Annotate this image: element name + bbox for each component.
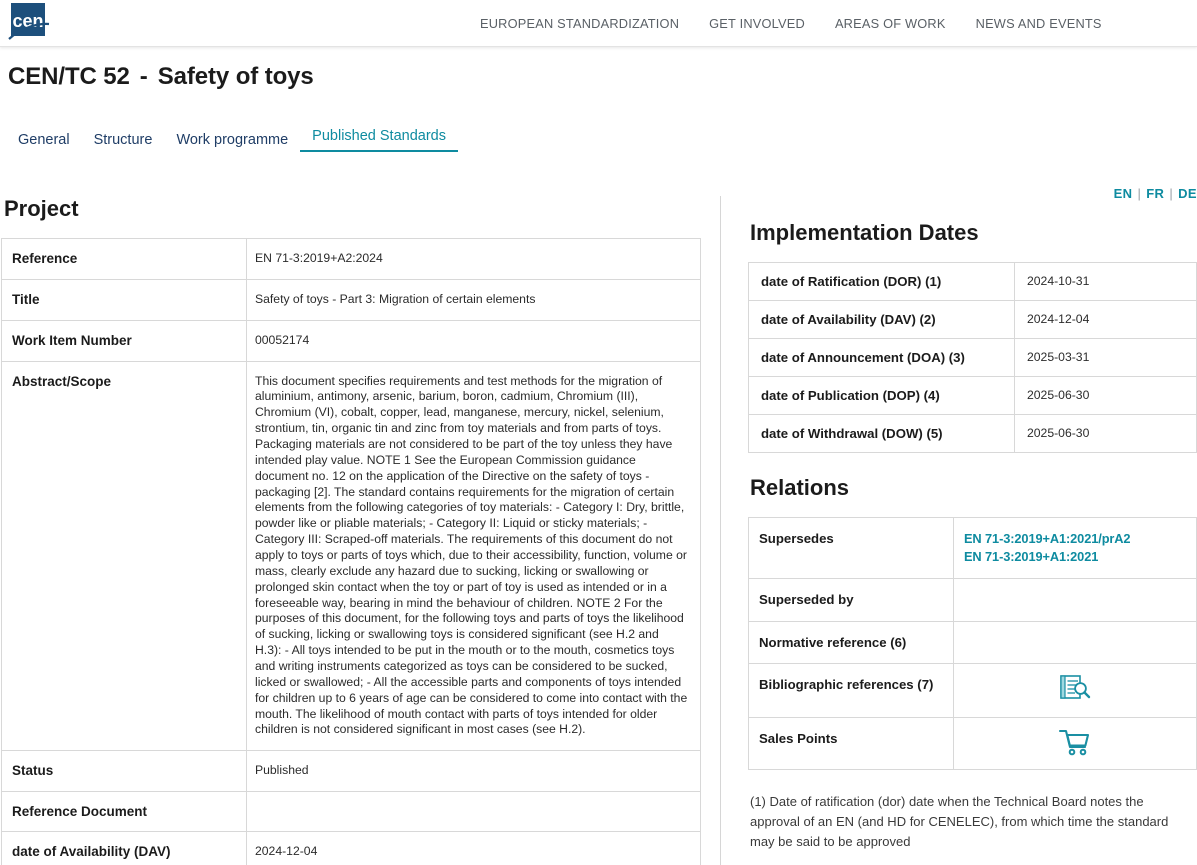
relations-key-sales-points: Sales Points <box>749 718 954 770</box>
project-value-work-item-number: 00052174 <box>247 320 701 361</box>
tab-work-programme[interactable]: Work programme <box>164 132 300 152</box>
project-value-reference: EN 71-3:2019+A2:2024 <box>247 239 701 280</box>
date-key-withdrawal: date of Withdrawal (DOW) (5) <box>749 415 1015 453</box>
nav-item-get-involved[interactable]: GET INVOLVED <box>709 16 805 31</box>
relations-value-bibliographic-references <box>954 664 1197 718</box>
language-link-de[interactable]: DE <box>1178 186 1197 201</box>
tab-published-standards[interactable]: Published Standards <box>300 128 458 152</box>
table-row: date of Availability (DAV) 2024-12-04 <box>2 832 701 865</box>
cen-logo[interactable]: cen <box>8 2 50 42</box>
page-root: cen EUROPEAN STANDARDIZATION GET INVOLVE… <box>0 0 1197 865</box>
date-value-publication: 2025-06-30 <box>1015 377 1197 415</box>
site-header: cen EUROPEAN STANDARDIZATION GET INVOLVE… <box>0 0 1197 47</box>
project-value-title: Safety of toys - Part 3: Migration of ce… <box>247 279 701 320</box>
page-title: CEN/TC 52-Safety of toys <box>8 63 314 91</box>
table-row: Status Published <box>2 751 701 792</box>
relations-value-normative-reference <box>954 621 1197 663</box>
table-row: Superseded by <box>749 579 1197 621</box>
relations-key-bibliographic-references: Bibliographic references (7) <box>749 664 954 718</box>
language-link-fr[interactable]: FR <box>1146 186 1164 201</box>
tab-structure[interactable]: Structure <box>82 132 165 152</box>
language-switcher: EN|FR|DE <box>1114 186 1197 201</box>
supersedes-link-1[interactable]: EN 71-3:2019+A1:2021/prA2 <box>964 530 1186 548</box>
table-row: date of Publication (DOP) (4) 2025-06-30 <box>749 377 1197 415</box>
date-key-announcement: date of Announcement (DOA) (3) <box>749 339 1015 377</box>
supersedes-link-2[interactable]: EN 71-3:2019+A1:2021 <box>964 548 1186 566</box>
date-value-ratification: 2024-10-31 <box>1015 263 1197 301</box>
date-value-announcement: 2025-03-31 <box>1015 339 1197 377</box>
project-value-abstract-scope: This document specifies requirements and… <box>247 361 701 751</box>
relations-value-sales-points <box>954 718 1197 770</box>
table-row: date of Ratification (DOR) (1) 2024-10-3… <box>749 263 1197 301</box>
project-value-reference-document <box>247 792 701 832</box>
relations-key-normative-reference: Normative reference (6) <box>749 621 954 663</box>
left-column: Project Reference EN 71-3:2019+A2:2024 T… <box>0 196 700 865</box>
project-heading: Project <box>4 196 700 222</box>
project-key-date-of-availability: date of Availability (DAV) <box>2 832 247 865</box>
footnote-dor: (1) Date of ratification (dor) date when… <box>750 792 1190 852</box>
nav-item-news-and-events[interactable]: NEWS AND EVENTS <box>976 16 1102 31</box>
implementation-dates-table: date of Ratification (DOR) (1) 2024-10-3… <box>748 262 1197 453</box>
language-link-en[interactable]: EN <box>1114 186 1133 201</box>
relations-value-superseded-by <box>954 579 1197 621</box>
tab-general[interactable]: General <box>6 132 82 152</box>
relations-value-supersedes: EN 71-3:2019+A1:2021/prA2 EN 71-3:2019+A… <box>954 518 1197 579</box>
table-row: Reference Document <box>2 792 701 832</box>
project-key-status: Status <box>2 751 247 792</box>
implementation-dates-heading: Implementation Dates <box>750 220 1197 246</box>
table-row: Normative reference (6) <box>749 621 1197 663</box>
document-search-icon[interactable] <box>1058 695 1092 709</box>
date-key-ratification: date of Ratification (DOR) (1) <box>749 263 1015 301</box>
table-row: Sales Points <box>749 718 1197 770</box>
right-column: EN|FR|DE Implementation Dates date of Ra… <box>748 180 1197 865</box>
date-key-publication: date of Publication (DOP) (4) <box>749 377 1015 415</box>
relations-heading: Relations <box>750 475 1197 501</box>
relations-table: Supersedes EN 71-3:2019+A1:2021/prA2 EN … <box>748 517 1197 770</box>
table-row: Work Item Number 00052174 <box>2 320 701 361</box>
project-key-work-item-number: Work Item Number <box>2 320 247 361</box>
date-value-withdrawal: 2025-06-30 <box>1015 415 1197 453</box>
table-row: date of Withdrawal (DOW) (5) 2025-06-30 <box>749 415 1197 453</box>
table-row: Supersedes EN 71-3:2019+A1:2021/prA2 EN … <box>749 518 1197 579</box>
table-row: Bibliographic references (7) <box>749 664 1197 718</box>
date-value-availability: 2024-12-04 <box>1015 301 1197 339</box>
date-key-availability: date of Availability (DAV) (2) <box>749 301 1015 339</box>
project-value-date-of-availability: 2024-12-04 <box>247 832 701 865</box>
project-key-title: Title <box>2 279 247 320</box>
shopping-cart-icon[interactable] <box>1058 747 1092 761</box>
tab-bar: General Structure Work programme Publish… <box>6 128 458 152</box>
table-row: date of Availability (DAV) (2) 2024-12-0… <box>749 301 1197 339</box>
nav-item-european-standardization[interactable]: EUROPEAN STANDARDIZATION <box>480 16 679 31</box>
table-row: Abstract/Scope This document specifies r… <box>2 361 701 751</box>
committee-code: CEN/TC 52 <box>8 63 130 90</box>
language-separator: | <box>1164 186 1178 201</box>
committee-name: Safety of toys <box>158 63 314 90</box>
relations-key-superseded-by: Superseded by <box>749 579 954 621</box>
project-table: Reference EN 71-3:2019+A2:2024 Title Saf… <box>1 238 701 865</box>
table-row: date of Announcement (DOA) (3) 2025-03-3… <box>749 339 1197 377</box>
table-row: Reference EN 71-3:2019+A2:2024 <box>2 239 701 280</box>
project-key-reference-document: Reference Document <box>2 792 247 832</box>
table-row: Title Safety of toys - Part 3: Migration… <box>2 279 701 320</box>
project-key-abstract-scope: Abstract/Scope <box>2 361 247 751</box>
relations-key-supersedes: Supersedes <box>749 518 954 579</box>
language-separator: | <box>1132 186 1146 201</box>
project-key-reference: Reference <box>2 239 247 280</box>
project-value-status: Published <box>247 751 701 792</box>
main-navigation: EUROPEAN STANDARDIZATION GET INVOLVED AR… <box>480 0 1102 47</box>
title-separator: - <box>130 63 158 90</box>
nav-item-areas-of-work[interactable]: AREAS OF WORK <box>835 16 946 31</box>
column-divider <box>720 196 721 865</box>
